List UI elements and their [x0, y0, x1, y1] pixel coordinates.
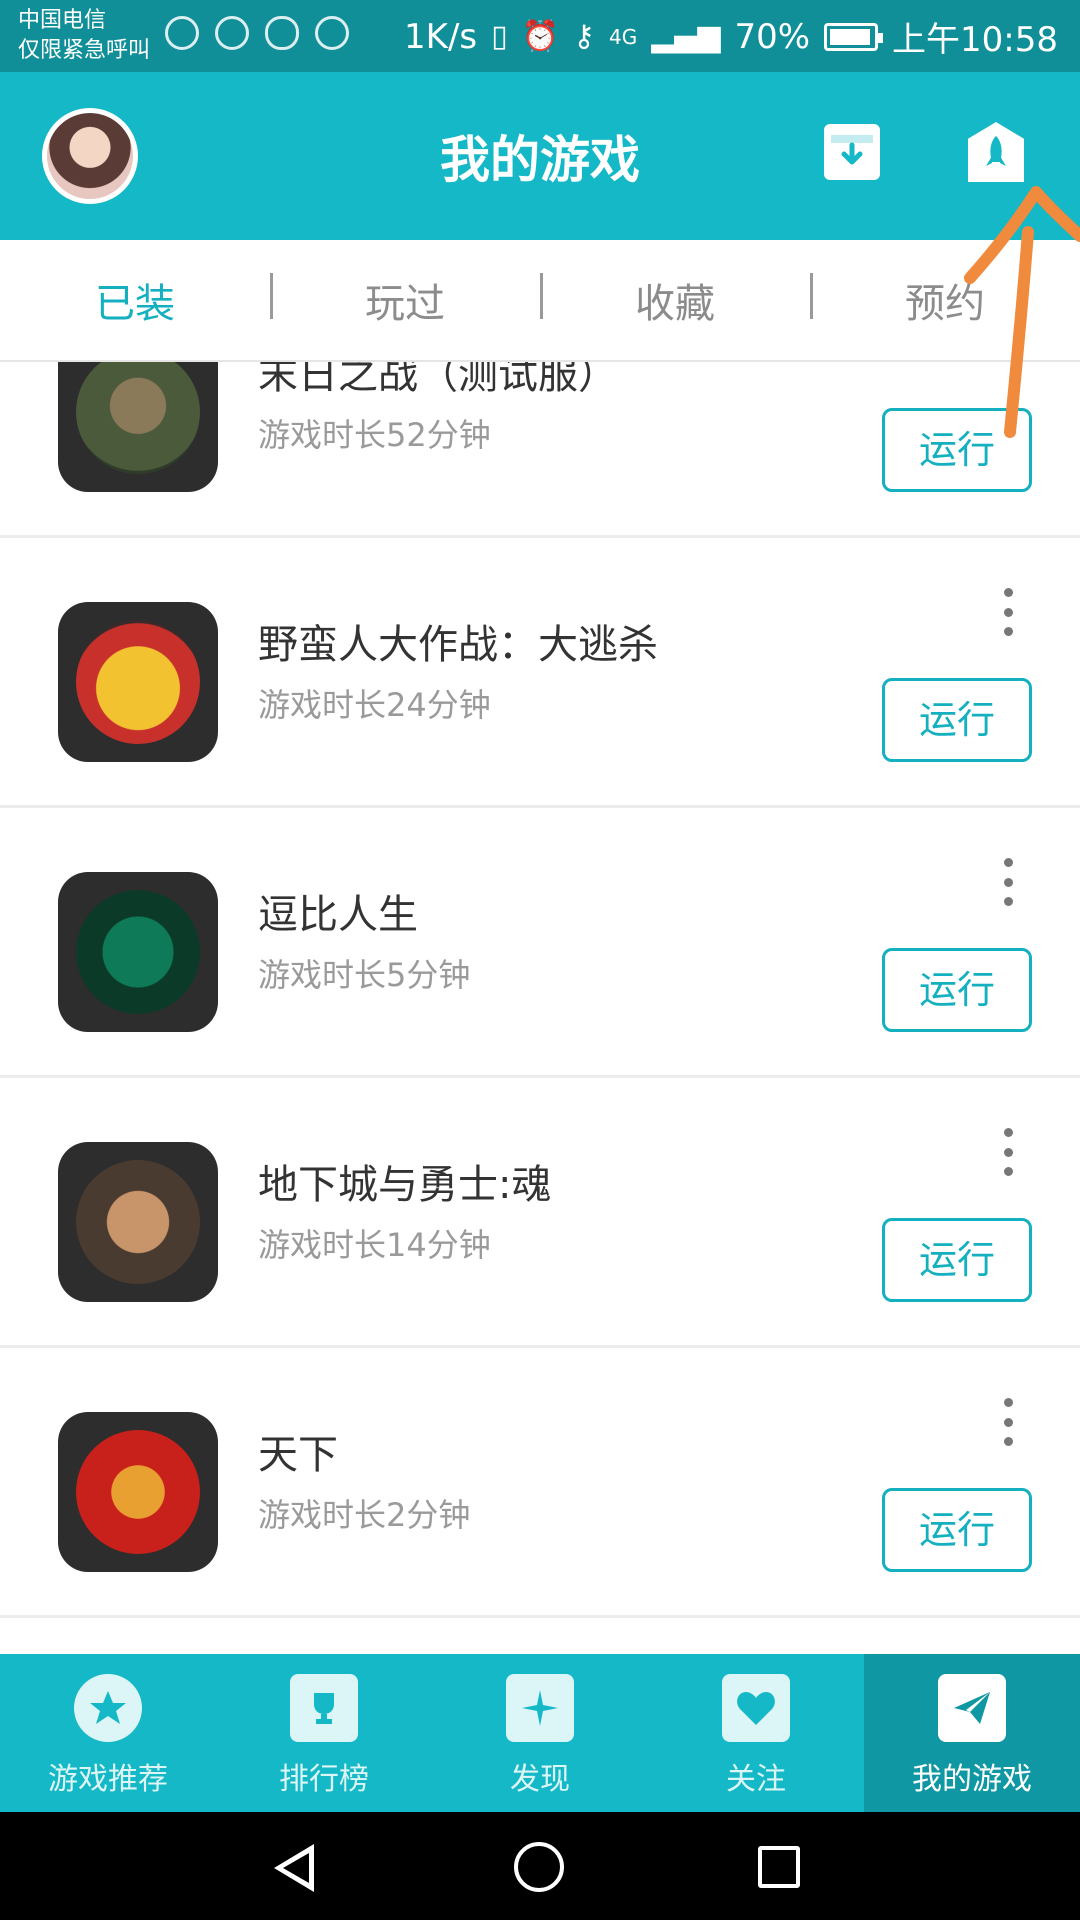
game-icon-art — [76, 890, 200, 1014]
tab-installed[interactable]: 已装 — [0, 271, 270, 329]
tab-favorites[interactable]: 收藏 — [540, 271, 810, 329]
network-type: 4G — [608, 24, 638, 49]
nav-discover[interactable]: 发现 — [432, 1654, 648, 1812]
nav-label: 关注 — [726, 1762, 786, 1797]
nav-label: 游戏推荐 — [48, 1762, 168, 1797]
nav-label: 发现 — [510, 1762, 570, 1797]
list-item[interactable]: 末日之战（测试服） 游戏时长52分钟 运行 — [0, 362, 1080, 538]
nav-recommended[interactable]: 游戏推荐 — [0, 1654, 216, 1812]
paper-plane-icon — [938, 1674, 1006, 1742]
speed-up-button[interactable] — [968, 122, 1024, 182]
nav-label: 排行榜 — [279, 1762, 369, 1797]
play-duration: 游戏时长14分钟 — [258, 1226, 491, 1264]
trophy-icon — [290, 1674, 358, 1742]
play-duration: 游戏时长5分钟 — [258, 956, 471, 994]
run-button[interactable]: 运行 — [882, 1488, 1032, 1572]
game-icon[interactable] — [58, 1142, 218, 1302]
game-icon-art — [76, 362, 200, 474]
carrier-info: 中国电信 仅限紧急呼叫 — [18, 6, 150, 66]
game-name: 逗比人生 — [258, 892, 418, 938]
play-duration: 游戏时长2分钟 — [258, 1496, 471, 1534]
play-duration: 游戏时长24分钟 — [258, 686, 491, 724]
cloud-icon — [265, 16, 299, 50]
game-name: 末日之战（测试服） — [258, 362, 618, 398]
nav-label: 我的游戏 — [912, 1762, 1032, 1797]
game-list[interactable]: 末日之战（测试服） 游戏时长52分钟 运行 野蛮人大作战：大逃杀 游戏时长24分… — [0, 362, 1080, 1632]
nav-ranking[interactable]: 排行榜 — [216, 1654, 432, 1812]
status-icons-left — [165, 16, 349, 50]
download-manager-button[interactable] — [824, 124, 880, 180]
recent-apps-icon[interactable] — [758, 1846, 800, 1888]
status-icons-right: 1K/s ▯ ⏰ ⚷ 4G ▂▄▆ 70% 上午10:58 — [404, 12, 1058, 61]
timer-icon — [165, 16, 199, 50]
run-button[interactable]: 运行 — [882, 678, 1032, 762]
star-icon — [74, 1674, 142, 1742]
more-options-icon[interactable] — [1000, 1398, 1016, 1446]
app-header: 我的游戏 — [0, 72, 1080, 240]
back-icon[interactable] — [274, 1844, 314, 1892]
battery-icon — [824, 22, 884, 51]
list-item[interactable]: 野蛮人大作战：大逃杀 游戏时长24分钟 运行 — [0, 540, 1080, 808]
clock: 上午10:58 — [892, 20, 1058, 60]
list-item[interactable]: 逗比人生 游戏时长5分钟 运行 — [0, 810, 1080, 1078]
run-button[interactable]: 运行 — [882, 408, 1032, 492]
tab-reserved[interactable]: 预约 — [810, 271, 1080, 329]
more-options-icon[interactable] — [1000, 858, 1016, 906]
game-icon[interactable] — [58, 872, 218, 1032]
key-icon: ⚷ — [573, 19, 595, 54]
home-icon[interactable] — [514, 1842, 564, 1892]
system-nav-bar — [0, 1812, 1080, 1920]
tab-played[interactable]: 玩过 — [270, 271, 540, 329]
more-options-icon[interactable] — [1000, 588, 1016, 636]
game-name: 野蛮人大作战：大逃杀 — [258, 622, 658, 668]
settings-hex-icon — [215, 16, 249, 50]
download-box-icon — [831, 135, 873, 171]
emergency-only-label: 仅限紧急呼叫 — [18, 38, 151, 63]
carrier-name: 中国电信 — [18, 8, 107, 33]
bottom-navigation: 游戏推荐 排行榜 发现 关注 我的游戏 — [0, 1654, 1080, 1812]
more-options-icon[interactable] — [1000, 1128, 1016, 1176]
list-item[interactable]: 地下城与勇士:魂 游戏时长14分钟 运行 — [0, 1080, 1080, 1348]
vibrate-icon: ▯ — [491, 19, 508, 54]
run-button[interactable]: 运行 — [882, 1218, 1032, 1302]
battery-percent: 70% — [734, 16, 811, 57]
play-duration: 游戏时长52分钟 — [258, 416, 491, 454]
rocket-icon — [968, 122, 1024, 182]
sparkle-icon — [506, 1674, 574, 1742]
run-button[interactable]: 运行 — [882, 948, 1032, 1032]
category-tabs: 已装 玩过 收藏 预约 — [0, 240, 1080, 362]
game-name: 地下城与勇士:魂 — [258, 1162, 552, 1208]
game-icon-art — [76, 1430, 200, 1554]
page-title: 我的游戏 — [440, 131, 640, 189]
network-speed: 1K/s — [404, 16, 478, 57]
game-icon-art — [76, 1160, 200, 1284]
nav-my-games[interactable]: 我的游戏 — [864, 1654, 1080, 1812]
avatar-icon[interactable] — [42, 108, 138, 204]
sync-icon — [315, 16, 349, 50]
game-name: 天下 — [258, 1432, 338, 1478]
signal-icon: ▂▄▆ — [651, 19, 721, 54]
list-item[interactable]: 天下 游戏时长2分钟 运行 — [0, 1350, 1080, 1618]
status-bar: 中国电信 仅限紧急呼叫 1K/s ▯ ⏰ ⚷ 4G ▂▄▆ 70% 上午10:5… — [0, 0, 1080, 72]
game-icon-art — [76, 620, 200, 744]
game-icon[interactable] — [58, 362, 218, 492]
nav-follow[interactable]: 关注 — [648, 1654, 864, 1812]
game-icon[interactable] — [58, 1412, 218, 1572]
game-icon[interactable] — [58, 602, 218, 762]
alarm-icon: ⏰ — [521, 19, 559, 54]
heart-icon — [722, 1674, 790, 1742]
